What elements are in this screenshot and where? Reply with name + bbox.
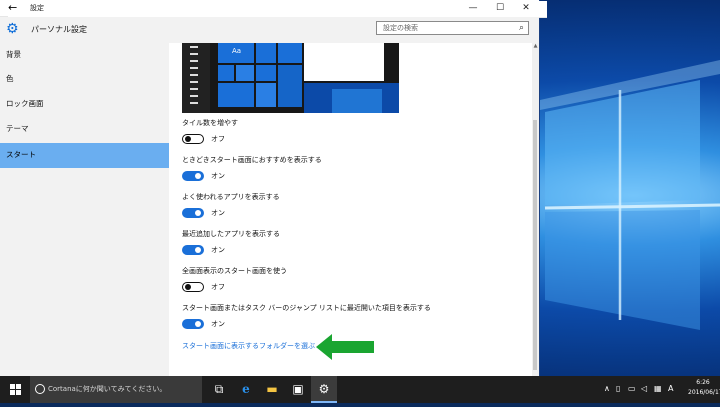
setting-label-jump-list: スタート画面またはタスク バーのジャンプ リストに最近開いた項目を表示する (182, 304, 431, 312)
setting-label-more-tiles: タイル数を増やす (182, 119, 238, 127)
toggle-suggestions[interactable] (182, 171, 204, 181)
toggle-state-more-tiles: オフ (211, 135, 225, 143)
search-icon[interactable]: ⌕ (519, 22, 524, 34)
scrollbar-thumb[interactable] (533, 120, 537, 370)
battery-icon[interactable]: ▯ (616, 382, 620, 396)
windows-logo-icon (10, 384, 21, 395)
ime-icon[interactable]: ▦ (654, 382, 662, 396)
clock-time: 6:26 (696, 379, 710, 386)
minimize-button[interactable]: — (460, 0, 486, 16)
page-title: パーソナル設定 (31, 25, 87, 34)
toggle-knob (195, 173, 201, 179)
setting-label-recently-added: 最近追加したアプリを表示する (182, 230, 280, 238)
cortana-icon (35, 384, 45, 394)
edge-browser-icon[interactable]: e (233, 376, 259, 403)
toggle-knob (195, 321, 201, 327)
gear-icon: ⚙ (6, 21, 19, 37)
cortana-search-text: Cortanaに何か聞いてみてください。 (48, 385, 167, 393)
close-button[interactable]: ✕ (513, 0, 539, 16)
sidebar-item-start[interactable]: スタート (0, 143, 169, 168)
toggle-state-jump-list: オン (211, 320, 225, 328)
toggle-knob (195, 210, 201, 216)
start-preview-graphic (182, 43, 399, 113)
toggle-most-used[interactable] (182, 208, 204, 218)
setting-label-most-used: よく使われるアプリを表示する (182, 193, 280, 201)
toggle-state-full-screen: オフ (211, 283, 225, 291)
input-mode-icon[interactable]: A (668, 382, 673, 396)
store-icon[interactable]: ▣ (285, 376, 311, 403)
tile-label: Aa (232, 47, 242, 55)
file-explorer-icon[interactable]: ▬ (259, 376, 285, 403)
toggle-knob (185, 284, 191, 290)
clock-date: 2016/06/17 (688, 389, 720, 396)
toggle-full-screen[interactable] (182, 282, 204, 292)
toggle-state-recently-added: オン (211, 246, 225, 254)
toggle-knob (185, 136, 191, 142)
window-title: 設定 (30, 4, 44, 12)
clock[interactable]: 6:26 2016/06/17 (688, 378, 720, 398)
toggle-state-suggestions: オン (211, 172, 225, 180)
choose-folders-link[interactable]: スタート画面に表示するフォルダーを選ぶ (182, 341, 315, 352)
setting-label-full-screen: 全画面表示のスタート画面を使う (182, 267, 287, 275)
toggle-jump-list[interactable] (182, 319, 204, 329)
cortana-search-box[interactable]: Cortanaに何か聞いてみてください。 (30, 376, 202, 403)
scroll-up-icon[interactable]: ▲ (532, 43, 539, 50)
volume-icon[interactable]: ◁ (641, 382, 647, 396)
search-input[interactable]: 設定の検索 ⌕ (376, 21, 529, 35)
settings-taskbar-icon[interactable]: ⚙ (311, 376, 337, 403)
maximize-button[interactable]: ☐ (487, 0, 513, 16)
sidebar-item-lock-screen[interactable]: ロック画面 (0, 92, 169, 116)
toggle-recently-added[interactable] (182, 245, 204, 255)
chevron-up-icon[interactable]: ∧ (604, 382, 610, 396)
setting-label-suggestions: ときどきスタート画面におすすめを表示する (182, 156, 322, 164)
sidebar-item-themes[interactable]: テーマ (0, 117, 169, 141)
task-view-icon[interactable]: ⧉ (206, 376, 232, 403)
search-placeholder: 設定の検索 (383, 24, 418, 32)
network-icon[interactable]: ▭ (628, 382, 636, 396)
start-button[interactable] (0, 376, 30, 403)
sidebar-item-color[interactable]: 色 (0, 67, 169, 91)
start-menu-preview: Aa (182, 43, 399, 113)
toggle-state-most-used: オン (211, 209, 225, 217)
toggle-more-tiles[interactable] (182, 134, 204, 144)
toggle-knob (195, 247, 201, 253)
sidebar-item-background[interactable]: 背景 (0, 43, 169, 67)
green-arrow-icon (316, 334, 374, 360)
